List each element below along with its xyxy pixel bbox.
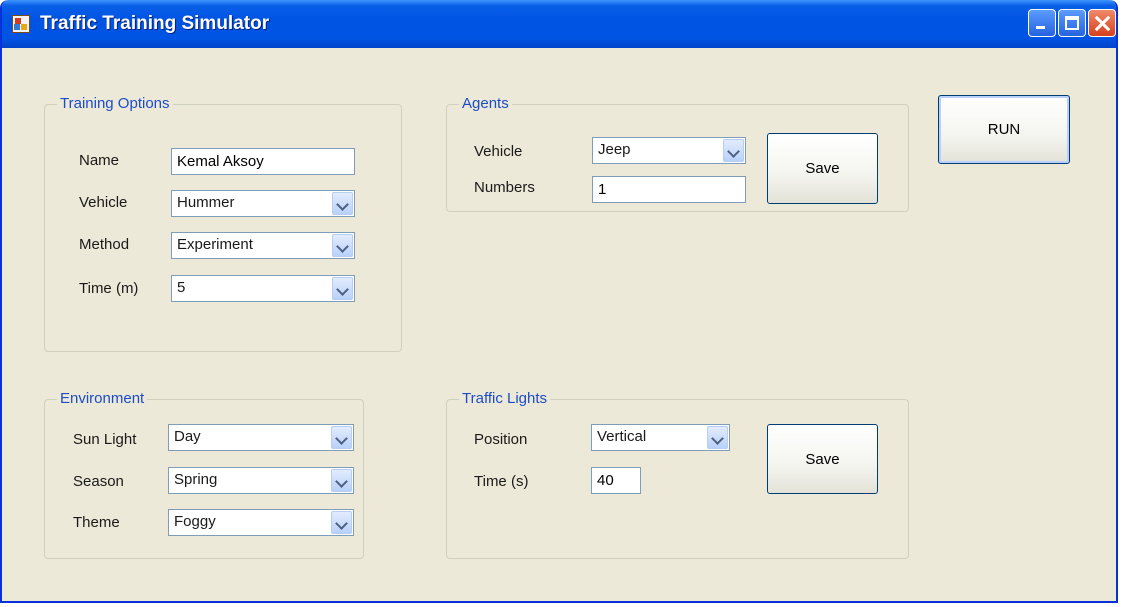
sun-light-select-value: Day	[174, 428, 201, 445]
name-label: Name	[79, 152, 120, 169]
agent-vehicle-select[interactable]: Jeep	[592, 137, 746, 164]
agent-numbers-input[interactable]	[592, 176, 746, 203]
chevron-down-icon[interactable]	[332, 277, 353, 300]
time-minutes-select-value: 5	[177, 279, 186, 296]
time-minutes-label: Time (m)	[79, 280, 139, 297]
theme-label: Theme	[73, 514, 120, 531]
agents-save-button-label: Save	[805, 160, 840, 177]
group-title: Agents	[459, 95, 512, 113]
sun-light-label: Sun Light	[73, 431, 137, 448]
chevron-down-icon[interactable]	[332, 234, 353, 257]
season-label: Season	[73, 473, 124, 490]
training-options-group: Training Options	[44, 95, 402, 352]
agent-vehicle-select-value: Jeep	[598, 141, 631, 158]
chevron-down-icon[interactable]	[331, 511, 352, 534]
maximize-icon[interactable]	[1058, 9, 1086, 37]
season-select[interactable]: Spring	[168, 467, 354, 494]
method-select-value: Experiment	[177, 236, 253, 253]
chevron-down-icon[interactable]	[332, 192, 353, 215]
agent-numbers-label: Numbers	[474, 179, 535, 196]
window-title: Traffic Training Simulator	[40, 13, 270, 34]
time-seconds-input[interactable]	[591, 467, 641, 494]
app-window-icon[interactable]	[12, 15, 30, 33]
theme-select-value: Foggy	[174, 513, 216, 530]
name-input[interactable]	[171, 148, 355, 175]
sun-light-select[interactable]: Day	[168, 424, 354, 451]
time-minutes-select[interactable]: 5	[171, 275, 355, 302]
group-title: Training Options	[57, 95, 173, 113]
chevron-down-icon[interactable]	[723, 139, 744, 162]
time-seconds-label: Time (s)	[474, 473, 529, 490]
agents-save-button[interactable]: Save	[767, 133, 878, 204]
season-select-value: Spring	[174, 471, 218, 488]
traffic-lights-save-button-label: Save	[805, 450, 840, 468]
position-select-value: Vertical	[597, 428, 647, 445]
app-window: Traffic Training Simulator Training Opti…	[0, 0, 1118, 603]
chevron-down-icon[interactable]	[331, 469, 352, 492]
vehicle-select-value: Hummer	[177, 194, 235, 211]
vehicle-label: Vehicle	[79, 194, 128, 211]
position-select[interactable]: Vertical	[591, 424, 730, 451]
traffic-lights-save-button[interactable]: Save	[767, 424, 878, 494]
theme-select[interactable]: Foggy	[168, 509, 354, 536]
group-title: Environment	[57, 390, 148, 408]
position-label: Position	[474, 431, 528, 448]
chevron-down-icon[interactable]	[331, 426, 352, 449]
minimize-icon[interactable]	[1028, 9, 1056, 37]
method-select[interactable]: Experiment	[171, 232, 355, 259]
close-icon[interactable]	[1088, 9, 1116, 37]
vehicle-select[interactable]: Hummer	[171, 190, 355, 217]
method-label: Method	[79, 236, 130, 253]
run-button-label: RUN	[987, 121, 1021, 138]
run-button[interactable]: RUN	[938, 95, 1070, 164]
chevron-down-icon[interactable]	[707, 426, 728, 449]
agent-vehicle-label: Vehicle	[474, 143, 523, 160]
group-title: Traffic Lights	[459, 390, 551, 408]
title-bar[interactable]: Traffic Training Simulator	[2, 0, 1116, 48]
